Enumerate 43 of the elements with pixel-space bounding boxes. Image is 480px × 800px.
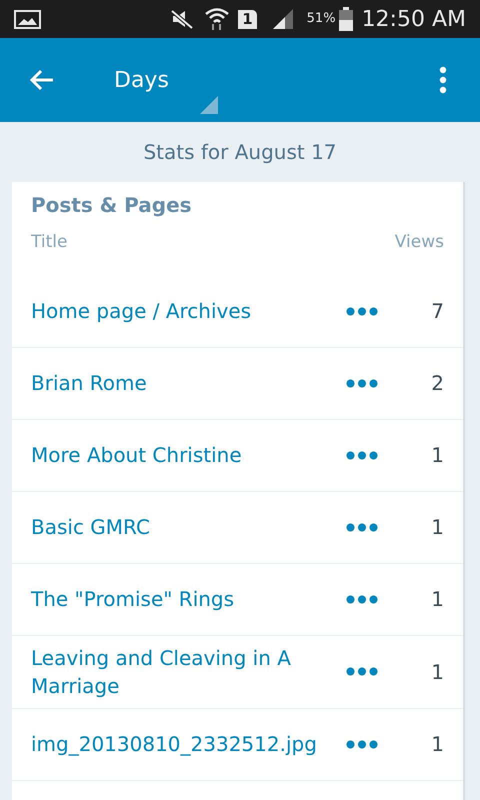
more-button[interactable] bbox=[346, 522, 378, 532]
post-link[interactable]: The "Promise" Rings bbox=[31, 585, 321, 613]
column-header: Title bbox=[31, 231, 68, 254]
post-link[interactable]: img_20130810_2332512.jpg bbox=[31, 730, 321, 758]
post-link[interactable]: Leaving and Cleaving in A Marriage bbox=[31, 644, 321, 700]
dropdown-corner-icon bbox=[200, 96, 218, 114]
clock: 12:50 AM bbox=[362, 6, 466, 34]
more-icon bbox=[346, 306, 378, 316]
more-icon bbox=[346, 522, 378, 532]
wifi-icon bbox=[204, 7, 230, 31]
more-icon bbox=[346, 450, 378, 460]
battery-icon bbox=[338, 7, 354, 31]
mute-icon bbox=[170, 9, 194, 29]
more-icon bbox=[439, 66, 447, 94]
more-icon bbox=[346, 667, 378, 676]
post-link[interactable]: Basic GMRC bbox=[31, 513, 321, 541]
view-count: 1 bbox=[430, 586, 444, 613]
post-link[interactable]: More About Christine bbox=[31, 441, 321, 469]
view-count: 1 bbox=[430, 514, 444, 541]
more-button[interactable] bbox=[346, 667, 378, 676]
view-count: 1 bbox=[430, 442, 444, 469]
sim-icon: 1 bbox=[238, 10, 257, 28]
more-button[interactable] bbox=[346, 306, 378, 316]
stats-date: Stats for August 17 bbox=[143, 139, 337, 166]
battery-level: 51% bbox=[306, 10, 336, 28]
back-icon bbox=[29, 69, 55, 91]
image-icon bbox=[14, 10, 41, 28]
more-button[interactable] bbox=[346, 378, 378, 388]
view-count: 2 bbox=[430, 370, 444, 397]
card-title: Posts & Pages bbox=[31, 193, 192, 217]
signal-icon bbox=[270, 8, 295, 30]
view-count: 7 bbox=[430, 298, 444, 325]
view-count: 1 bbox=[430, 658, 444, 686]
post-link[interactable]: Home page / Archives bbox=[31, 297, 321, 325]
post-link[interactable]: Brian Rome bbox=[31, 369, 321, 397]
column-header: Views bbox=[394, 231, 444, 254]
more-icon bbox=[346, 594, 378, 604]
more-button[interactable] bbox=[346, 740, 378, 748]
more-icon bbox=[346, 740, 378, 748]
more-icon bbox=[346, 378, 378, 388]
more-button[interactable] bbox=[346, 450, 378, 460]
more-button[interactable] bbox=[346, 594, 378, 604]
view-count: 1 bbox=[430, 731, 444, 758]
